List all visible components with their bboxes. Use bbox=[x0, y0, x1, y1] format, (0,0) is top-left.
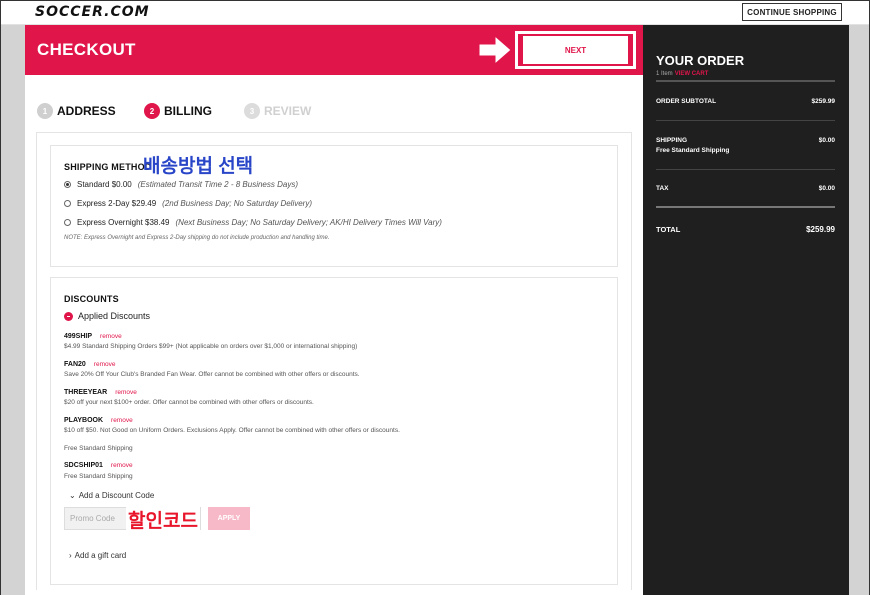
shipping-option-standard[interactable]: Standard $0.00 (Estimated Transit Time 2… bbox=[64, 180, 298, 189]
step-number: 3 bbox=[244, 103, 260, 119]
subtotal-label: ORDER SUBTOTAL bbox=[656, 98, 717, 105]
checkout-steps: 1 ADDRESS 2 BILLING 3 REVIEW bbox=[37, 103, 337, 123]
discount-code: 499SHIP bbox=[64, 333, 93, 340]
radio-icon[interactable] bbox=[64, 181, 71, 188]
step-number: 2 bbox=[144, 103, 160, 119]
shipping-sublabel: Free Standard Shipping bbox=[656, 147, 730, 154]
shipping-annotation: 배송방법 선택 bbox=[143, 156, 254, 177]
site-logo[interactable]: SOCCER.COM bbox=[35, 4, 150, 20]
applied-discounts-toggle[interactable]: Applied Discounts bbox=[64, 311, 150, 321]
add-discount-label: Add a Discount Code bbox=[78, 491, 155, 500]
shipping-option-note: (2nd Business Day; No Saturday Delivery) bbox=[162, 199, 312, 208]
discount-code-row: THREEYEAR remove bbox=[64, 389, 137, 396]
shipping-option-note: (Estimated Transit Time 2 - 8 Business D… bbox=[137, 180, 298, 189]
order-summary: YOUR ORDER 1 Item VIEW CART ORDER SUBTOTA… bbox=[643, 25, 849, 595]
discount-code-row: SDCSHIP01 remove bbox=[64, 462, 133, 469]
shipping-label: SHIPPING bbox=[656, 137, 688, 144]
radio-icon[interactable] bbox=[64, 219, 71, 226]
divider bbox=[656, 169, 835, 170]
step-label: REVIEW bbox=[264, 104, 312, 118]
promo-annotation: 할인코드 bbox=[126, 506, 200, 533]
tax-label: TAX bbox=[656, 185, 669, 192]
total-row: TOTAL $259.99 bbox=[656, 225, 835, 234]
shipping-method-title: SHIPPING METHOD bbox=[64, 162, 152, 172]
order-title: YOUR ORDER bbox=[656, 53, 745, 68]
discount-code-row: 499SHIP remove bbox=[64, 333, 122, 340]
billing-content: SHIPPING METHOD 배송방법 선택 Standard $0.00 (… bbox=[36, 132, 632, 590]
next-button[interactable]: NEXT bbox=[522, 35, 629, 65]
item-count: 1 Item VIEW CART bbox=[656, 71, 708, 77]
remove-link[interactable]: remove bbox=[94, 361, 116, 368]
discount-code: FAN20 bbox=[64, 361, 86, 368]
discount-desc: $20 off your next $100+ order. Offer can… bbox=[64, 399, 314, 406]
item-count-text: 1 Item bbox=[656, 71, 673, 77]
discounts-section: DISCOUNTS Applied Discounts 499SHIP remov… bbox=[50, 277, 618, 585]
remove-link[interactable]: remove bbox=[111, 417, 133, 424]
discount-desc: $10 off $50. Not Good on Uniform Orders.… bbox=[64, 427, 400, 434]
shipping-option-express-2day[interactable]: Express 2-Day $29.49 (2nd Business Day; … bbox=[64, 199, 312, 208]
discount-code: THREEYEAR bbox=[64, 389, 108, 396]
continue-shopping-button[interactable]: CONTINUE SHOPPING bbox=[742, 3, 842, 21]
right-gutter bbox=[849, 25, 869, 595]
shipping-option-label: Standard $0.00 bbox=[77, 180, 132, 189]
tax-value: $0.00 bbox=[818, 185, 835, 192]
order-progress-bar bbox=[656, 80, 835, 82]
applied-discounts-label: Applied Discounts bbox=[78, 311, 151, 321]
checkout-main: CHECKOUT NEXT 1 ADDRESS 2 BILLING 3 REVI… bbox=[25, 25, 643, 595]
subtotal-value: $259.99 bbox=[811, 98, 836, 105]
shipping-option-label: Express 2-Day $29.49 bbox=[77, 199, 157, 208]
chevron-down-icon: ⌄ bbox=[69, 491, 76, 500]
radio-icon[interactable] bbox=[64, 200, 71, 207]
step-number: 1 bbox=[37, 103, 53, 119]
applied-dot-icon bbox=[64, 311, 73, 321]
step-billing[interactable]: 2 BILLING bbox=[144, 103, 212, 119]
shipping-option-label: Express Overnight $38.49 bbox=[77, 218, 170, 227]
remove-link[interactable]: remove bbox=[100, 333, 122, 340]
remove-link[interactable]: remove bbox=[115, 389, 137, 396]
shipping-note: NOTE: Express Overnight and Express 2-Da… bbox=[64, 235, 330, 241]
add-gift-card-toggle[interactable]: › Add a gift card bbox=[69, 551, 126, 560]
discount-desc: $4.99 Standard Shipping Orders $99+ (Not… bbox=[64, 343, 358, 350]
discount-code: PLAYBOOK bbox=[64, 417, 104, 424]
step-address[interactable]: 1 ADDRESS bbox=[37, 103, 116, 119]
view-cart-link[interactable]: VIEW CART bbox=[675, 71, 709, 77]
tax-row: TAX $0.00 bbox=[656, 185, 835, 192]
discount-desc: Save 20% Off Your Club's Branded Fan Wea… bbox=[64, 371, 360, 378]
shipping-option-express-overnight[interactable]: Express Overnight $38.49 (Next Business … bbox=[64, 218, 442, 227]
add-discount-toggle[interactable]: ⌄ Add a Discount Code bbox=[69, 491, 154, 500]
total-value: $259.99 bbox=[806, 225, 835, 234]
shipping-method-section: SHIPPING METHOD 배송방법 선택 Standard $0.00 (… bbox=[50, 145, 618, 267]
checkout-header-bar: CHECKOUT NEXT bbox=[25, 25, 643, 75]
top-bar: SOCCER.COM CONTINUE SHOPPING bbox=[1, 1, 869, 25]
total-label: TOTAL bbox=[656, 225, 681, 234]
subtotal-row: ORDER SUBTOTAL $259.99 bbox=[656, 98, 835, 105]
chevron-right-icon: › bbox=[69, 551, 72, 560]
discount-desc: Free Standard Shipping bbox=[64, 473, 133, 480]
discount-code-row: PLAYBOOK remove bbox=[64, 417, 133, 424]
discounts-title: DISCOUNTS bbox=[64, 294, 119, 304]
remove-link[interactable]: remove bbox=[111, 462, 133, 469]
arrow-right-icon bbox=[478, 34, 512, 66]
shipping-value: $0.00 bbox=[818, 137, 835, 144]
step-review: 3 REVIEW bbox=[244, 103, 311, 119]
left-gutter bbox=[1, 25, 25, 595]
discount-code: SDCSHIP01 bbox=[64, 462, 103, 469]
step-label: BILLING bbox=[164, 104, 212, 118]
divider bbox=[656, 206, 835, 208]
page-title: CHECKOUT bbox=[37, 40, 136, 59]
discount-code-row: FAN20 remove bbox=[64, 361, 115, 368]
shipping-option-note: (Next Business Day; No Saturday Delivery… bbox=[175, 218, 442, 227]
gift-card-label: Add a gift card bbox=[74, 551, 127, 560]
free-shipping-text: Free Standard Shipping bbox=[64, 445, 133, 452]
shipping-row: SHIPPING $0.00 Free Standard Shipping bbox=[656, 137, 835, 154]
step-label: ADDRESS bbox=[57, 104, 116, 118]
apply-button[interactable]: APPLY bbox=[208, 507, 250, 530]
divider bbox=[656, 120, 835, 121]
